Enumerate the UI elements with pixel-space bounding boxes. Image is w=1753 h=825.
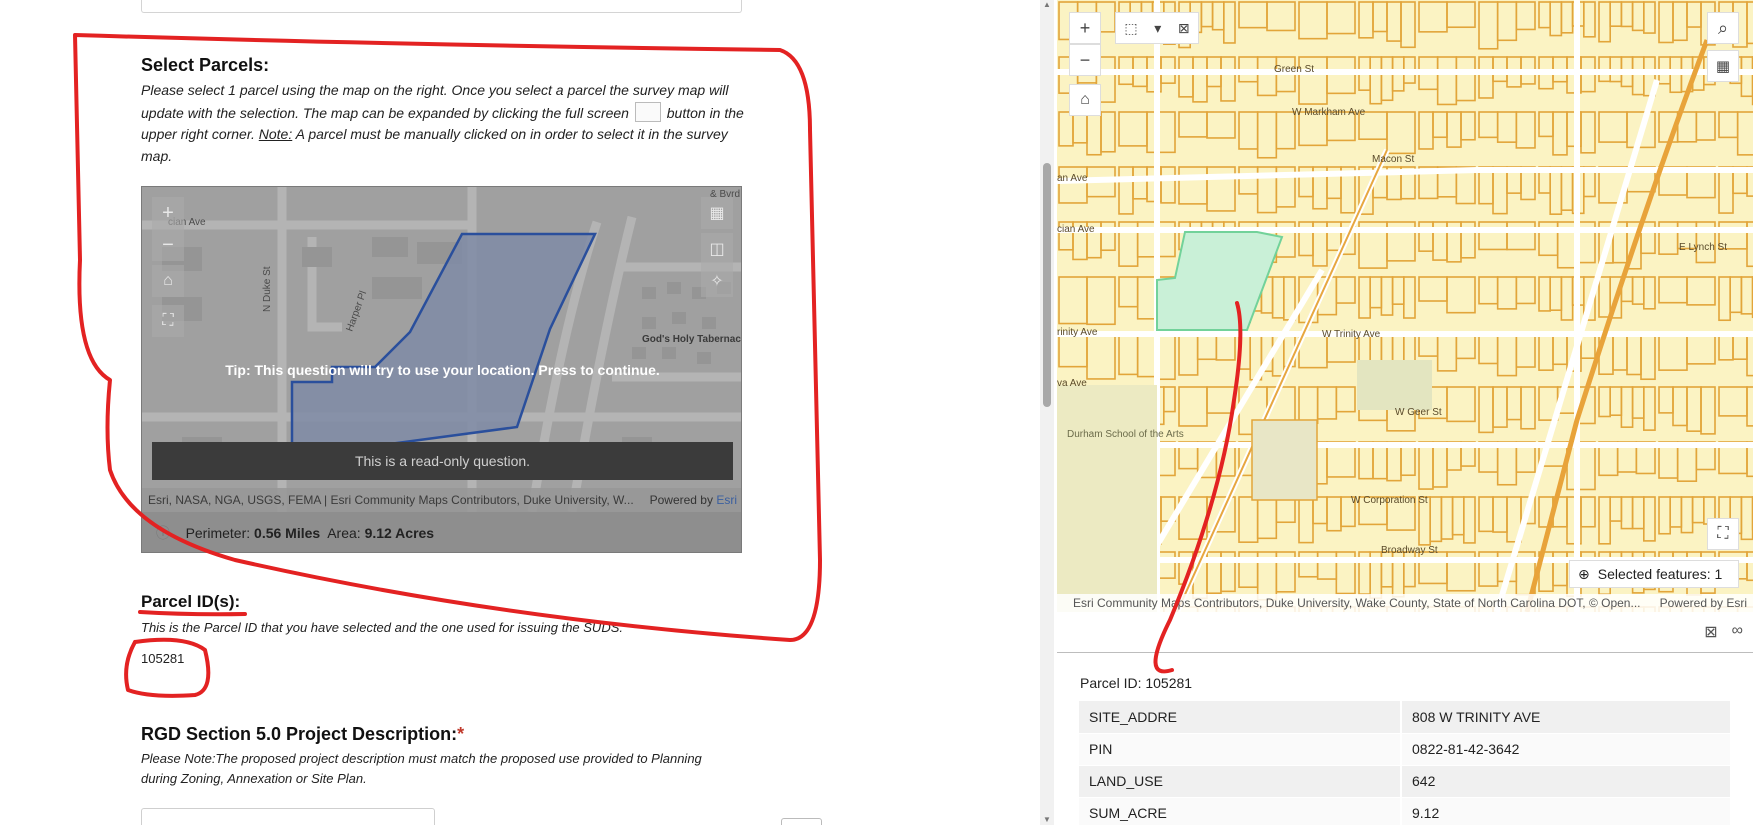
selection-toolbar[interactable]: ⬚ ▾ ⊠ — [1115, 12, 1199, 44]
qr-code-icon[interactable]: ▦ — [1707, 50, 1739, 82]
select-parcels-description: Please select 1 parcel using the map on … — [141, 80, 747, 167]
attribute-value: 0822-81-42-3642 — [1401, 733, 1730, 766]
attribute-key: SITE_ADDRE — [1079, 701, 1402, 734]
map-fullscreen-button[interactable]: ⛶ — [1707, 518, 1739, 550]
map-street-label: E Lynch St — [1679, 242, 1727, 253]
grid-view-icon[interactable]: ∞ — [1732, 622, 1743, 642]
map-street-label: Green St — [1274, 64, 1314, 75]
sketch-icon[interactable]: ◫ — [701, 233, 733, 265]
info-icon: ⓘ — [156, 525, 170, 541]
map-search-icon[interactable]: ⌕ — [1707, 12, 1739, 44]
rgd-title: RGD Section 5.0 Project Description:* — [141, 724, 464, 745]
attribute-value: 642 — [1401, 765, 1730, 798]
home-button[interactable]: ⌂ — [152, 265, 184, 297]
parcel-attribute-table: SITE_ADDRE 808 W TRINITY AVE PIN 0822-81-42… — [1079, 701, 1730, 825]
clear-selection-icon[interactable]: ⊠ — [1178, 20, 1190, 37]
map-home-button[interactable]: ⌂ — [1069, 84, 1101, 116]
rgd-description: Please Note:The proposed project descrip… — [141, 751, 702, 786]
attribute-value: 808 W TRINITY AVE — [1401, 701, 1730, 734]
clear-selection-icon[interactable]: ⊠ — [1704, 622, 1717, 642]
map-street-label: Broadway St — [1381, 545, 1438, 556]
map-zoom-out-button[interactable]: − — [1069, 44, 1101, 76]
powered-by-text: Powered by — [649, 493, 713, 507]
select-parcels-title: Select Parcels: — [141, 55, 270, 75]
fullscreen-image-icon — [634, 101, 661, 122]
chevron-down-icon[interactable]: ▾ — [1154, 20, 1161, 37]
map-street-label: Macon St — [1372, 154, 1414, 165]
perimeter-label: Perimeter: — [185, 525, 251, 541]
parcel-id-heading: Parcel ID: 105281 — [1080, 675, 1193, 691]
scroll-up-arrow[interactable]: ▲ — [1043, 1, 1051, 9]
survey-map[interactable]: cian Ave N Duke St Harper Pl & Bvrd God'… — [141, 186, 742, 553]
map-panel: W Markham Ave W Trinity Ave W Geer St W … — [1054, 0, 1753, 825]
esri-link[interactable]: Esri — [716, 493, 737, 507]
area-label: Area: — [327, 525, 361, 541]
pin-icon[interactable]: ✧ — [701, 265, 733, 297]
powered-by: Powered by Esri — [650, 488, 737, 512]
map-street-label: va Ave — [1057, 378, 1087, 389]
basemap-gallery-icon[interactable]: ▦ — [701, 197, 733, 229]
attribute-row: LAND_USE 642 — [1079, 765, 1730, 798]
map-attribution: Esri Community Maps Contributors, Duke U… — [1057, 594, 1753, 612]
map-zoom-in-button[interactable]: + — [1069, 12, 1101, 44]
map-street-label: W Trinity Ave — [1322, 329, 1381, 340]
attribute-key: SUM_ACRE — [1079, 797, 1402, 825]
map-street-label: W Markham Ave — [1292, 107, 1366, 118]
attribution-text: Esri, NASA, NGA, USGS, FEMA | Esri Commu… — [148, 493, 634, 507]
map-attribution-text: Esri Community Maps Contributors, Duke U… — [1073, 596, 1641, 610]
attribute-row: SUM_ACRE 9.12 — [1079, 797, 1730, 825]
attribute-key: PIN — [1079, 733, 1402, 766]
note-label: Note: — [258, 126, 293, 142]
perimeter-value: 0.56 Miles — [254, 525, 321, 541]
street-label: N Duke St — [262, 266, 273, 312]
scrollbar[interactable]: ▲ ▼ — [1040, 0, 1054, 825]
parcel-map[interactable]: W Markham Ave W Trinity Ave W Geer St W … — [1057, 0, 1753, 612]
zoom-in-button[interactable]: + — [152, 197, 184, 229]
rgd-title-text: RGD Section 5.0 Project Description: — [141, 724, 458, 744]
location-tip[interactable]: Tip: This question will try to use your … — [142, 362, 741, 378]
attribute-value: 9.12 — [1401, 797, 1730, 825]
parcel-id-answer: 105281 — [141, 651, 185, 666]
attribute-row: SITE_ADDRE 808 W TRINITY AVE — [1079, 701, 1730, 734]
project-description-input[interactable] — [141, 808, 435, 825]
readonly-notice: This is a read-only question. — [152, 442, 733, 480]
map-street-label: W Geer St — [1395, 407, 1442, 418]
panel-actions: ⊠ ∞ — [1704, 622, 1743, 642]
attribute-key: LAND_USE — [1079, 765, 1402, 798]
map-school-label: Durham School of the Arts — [1067, 429, 1184, 440]
scroll-down-arrow[interactable]: ▼ — [1043, 816, 1051, 824]
selected-features-button[interactable]: ⊕ Selected features: 1 — [1569, 560, 1739, 588]
previous-question-input[interactable] — [141, 0, 742, 13]
map-powered-by[interactable]: Powered by Esri — [1660, 594, 1747, 612]
map-street-label: cian Ave — [1057, 224, 1095, 235]
attribute-row: PIN 0822-81-42-3642 — [1079, 733, 1730, 766]
required-marker: * — [457, 724, 465, 744]
map-street-label: an Ave — [1057, 173, 1088, 184]
selected-features-label: Selected features: 1 — [1597, 566, 1723, 582]
map-street-label: W Corporation St — [1351, 495, 1428, 506]
parcel-map-canvas[interactable]: W Markham Ave W Trinity Ave W Geer St W … — [1057, 0, 1753, 612]
parcel-ids-title: Parcel ID(s): — [141, 592, 241, 611]
select-tool-icon[interactable]: ⬚ — [1124, 20, 1137, 37]
poi-label: God's Holy Tabernacle — [642, 334, 742, 345]
zoom-out-button[interactable]: − — [152, 229, 184, 261]
survey-form: Select Parcels: Please select 1 parcel u… — [0, 0, 1040, 825]
map-street-label: rinity Ave — [1057, 327, 1098, 338]
scrollbar-thumb[interactable] — [1043, 163, 1051, 407]
input-resize-handle[interactable] — [781, 818, 822, 825]
panel-divider — [1057, 652, 1753, 653]
measurement-bar: ⓘ Perimeter: 0.56 Miles Area: 9.12 Acres — [142, 512, 741, 552]
survey-map-attribution: Esri, NASA, NGA, USGS, FEMA | Esri Commu… — [142, 488, 741, 512]
parcel-ids-description: This is the Parcel ID that you have sele… — [141, 620, 623, 635]
fullscreen-button[interactable]: ⛶ — [152, 305, 184, 337]
zoom-to-selection-icon: ⊕ — [1578, 565, 1590, 582]
area-value: 9.12 Acres — [364, 525, 435, 541]
